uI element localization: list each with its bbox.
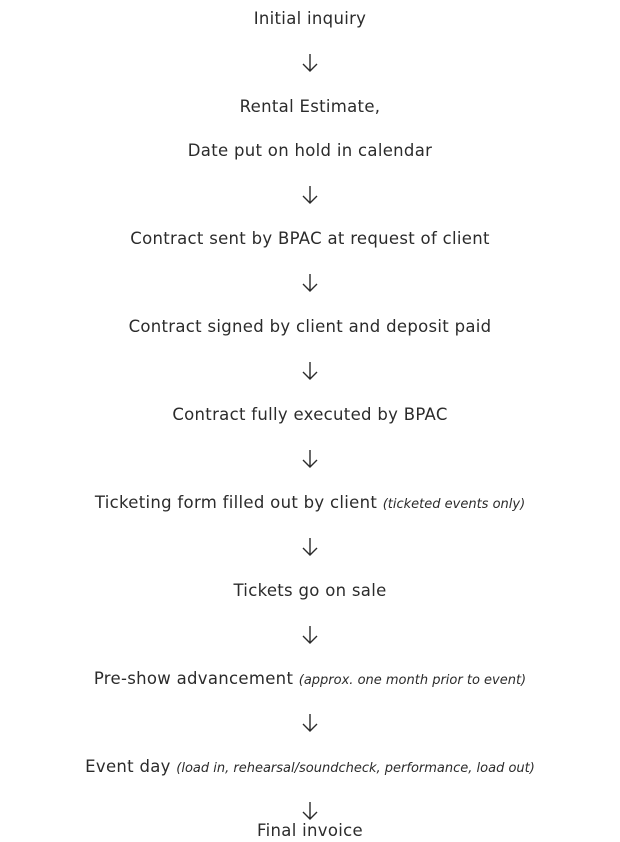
arrow-down-icon [300, 536, 320, 558]
step-date-hold: Date put on hold in calendar [0, 140, 620, 162]
step-tickets-on-sale: Tickets go on sale [0, 580, 620, 602]
step-contract-signed: Contract signed by client and deposit pa… [0, 316, 620, 338]
step-text: Tickets go on sale [233, 581, 387, 600]
arrow-down-icon [300, 184, 320, 206]
step-text: Contract sent by BPAC at request of clie… [130, 229, 490, 248]
step-final-invoice: Final invoice [0, 820, 620, 842]
step-text: Pre-show advancement [93, 669, 299, 688]
step-text: Initial inquiry [253, 9, 367, 28]
step-text: Date put on hold in calendar [187, 141, 433, 160]
step-text: Final invoice [257, 821, 363, 840]
step-note: (load in, rehearsal/soundcheck, performa… [176, 761, 535, 776]
arrow-down-icon [300, 360, 320, 382]
step-contract-executed: Contract fully executed by BPAC [0, 404, 620, 426]
arrow-down-icon [300, 52, 320, 74]
step-text: Contract signed by client and deposit pa… [128, 317, 492, 336]
step-text: Rental Estimate, [239, 97, 381, 116]
step-text: Event day [85, 757, 177, 776]
step-text: Ticketing form filled out by client [94, 493, 383, 512]
step-contract-sent: Contract sent by BPAC at request of clie… [0, 228, 620, 250]
step-ticketing-form: Ticketing form filled out by client (tic… [0, 492, 620, 516]
step-event-day: Event day (load in, rehearsal/soundcheck… [0, 756, 620, 780]
arrow-down-icon [300, 448, 320, 470]
arrow-down-icon [300, 712, 320, 734]
arrow-down-icon [300, 272, 320, 294]
step-note: (approx. one month prior to event) [298, 673, 527, 688]
step-text: Contract fully executed by BPAC [172, 405, 448, 424]
arrow-down-icon [300, 800, 320, 822]
step-initial-inquiry: Initial inquiry [0, 8, 620, 30]
step-rental-estimate: Rental Estimate, [0, 96, 620, 118]
step-note: (ticketed events only) [382, 497, 526, 512]
arrow-down-icon [300, 624, 320, 646]
step-pre-show-advancement: Pre-show advancement (approx. one month … [0, 668, 620, 692]
